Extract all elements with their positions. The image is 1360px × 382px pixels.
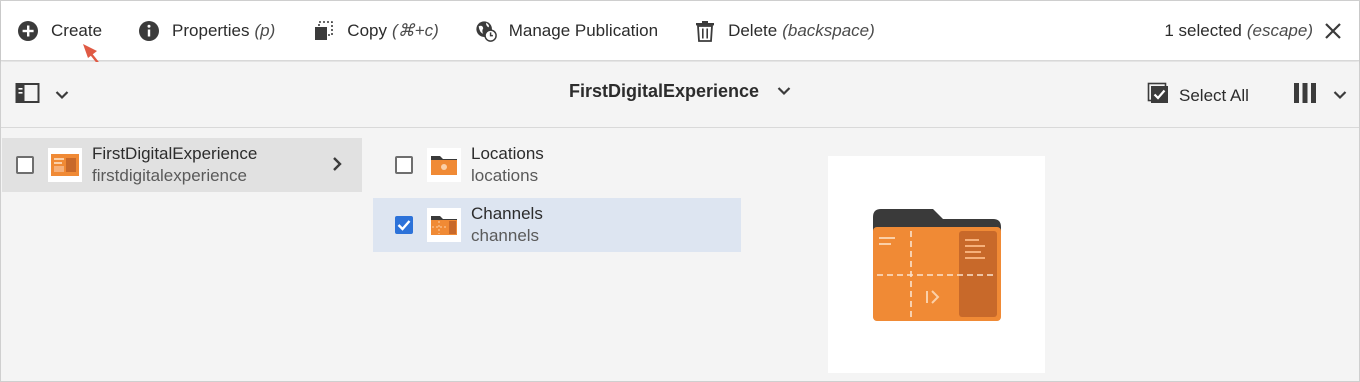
- chevron-right-icon: [332, 156, 342, 177]
- channel-folder-icon: [872, 208, 1001, 321]
- create-button[interactable]: Create: [17, 1, 102, 60]
- properties-shortcut: (p): [254, 20, 276, 40]
- copy-button[interactable]: Copy (⌘+c): [313, 1, 439, 60]
- item-checkbox[interactable]: [16, 156, 34, 174]
- item-text: Locations locations: [471, 143, 544, 187]
- channel-folder-icon: [427, 208, 461, 242]
- copy-label: Copy: [347, 20, 387, 40]
- chevron-down-icon: [777, 83, 791, 101]
- item-name: channels: [471, 226, 540, 245]
- item-text: FirstDigitalExperience firstdigitalexper…: [92, 143, 257, 187]
- rail-panel-icon: [15, 82, 41, 109]
- column-item-channels[interactable]: Channels channels: [373, 198, 741, 252]
- delete-button[interactable]: Delete (backspace): [694, 1, 875, 60]
- chevron-down-icon: [55, 87, 69, 105]
- item-title: Locations: [471, 144, 544, 163]
- properties-label: Properties: [172, 20, 250, 40]
- preview-panel: [828, 156, 1045, 373]
- column-view-icon: [1293, 82, 1317, 109]
- select-all-label: Select All: [1179, 85, 1249, 105]
- select-all-icon: [1147, 82, 1169, 109]
- experience-thumbnail: [48, 148, 82, 182]
- location-folder-icon: [427, 148, 461, 182]
- rail-toggle-button[interactable]: [15, 82, 69, 109]
- delete-label: Delete: [728, 20, 778, 40]
- properties-button[interactable]: Properties (p): [138, 1, 275, 60]
- item-title: Channels: [471, 204, 543, 223]
- manage-publication-label: Manage Publication: [508, 20, 659, 40]
- item-checkbox[interactable]: [395, 216, 413, 234]
- selection-count: 1 selected: [1164, 21, 1242, 40]
- checkmark-icon: [397, 220, 411, 231]
- item-checkbox[interactable]: [395, 156, 413, 174]
- page-title: FirstDigitalExperience: [569, 81, 760, 101]
- item-title: FirstDigitalExperience: [92, 144, 258, 163]
- info-icon: [138, 20, 160, 42]
- trash-icon: [694, 20, 716, 42]
- title-dropdown[interactable]: FirstDigitalExperience: [569, 81, 791, 102]
- title-bar: FirstDigitalExperience Select All: [1, 62, 1359, 128]
- selection-status: 1 selected (escape): [1164, 1, 1343, 61]
- copy-icon: [313, 20, 335, 42]
- chevron-down-icon: [1333, 87, 1347, 105]
- copy-shortcut: (⌘+c): [391, 20, 439, 40]
- create-label: Create: [51, 20, 103, 40]
- item-name: locations: [471, 166, 539, 185]
- view-switcher[interactable]: [1293, 82, 1347, 109]
- manage-publication-button[interactable]: Manage Publication: [475, 1, 658, 60]
- delete-shortcut: (backspace): [782, 20, 875, 40]
- globe-clock-icon: [475, 20, 497, 42]
- action-bar: Create Properties (p) Copy (⌘+c) Manage …: [1, 1, 1359, 61]
- plus-circle-icon: [17, 20, 39, 42]
- column-item-firstdigitalexperience[interactable]: FirstDigitalExperience firstdigitalexper…: [2, 138, 362, 192]
- selection-shortcut: (escape): [1246, 21, 1313, 40]
- column-item-locations[interactable]: Locations locations: [373, 138, 741, 192]
- select-all-button[interactable]: Select All: [1147, 82, 1249, 109]
- item-name: firstdigitalexperience: [92, 166, 247, 185]
- close-icon[interactable]: [1323, 21, 1343, 41]
- item-text: Channels channels: [471, 203, 543, 247]
